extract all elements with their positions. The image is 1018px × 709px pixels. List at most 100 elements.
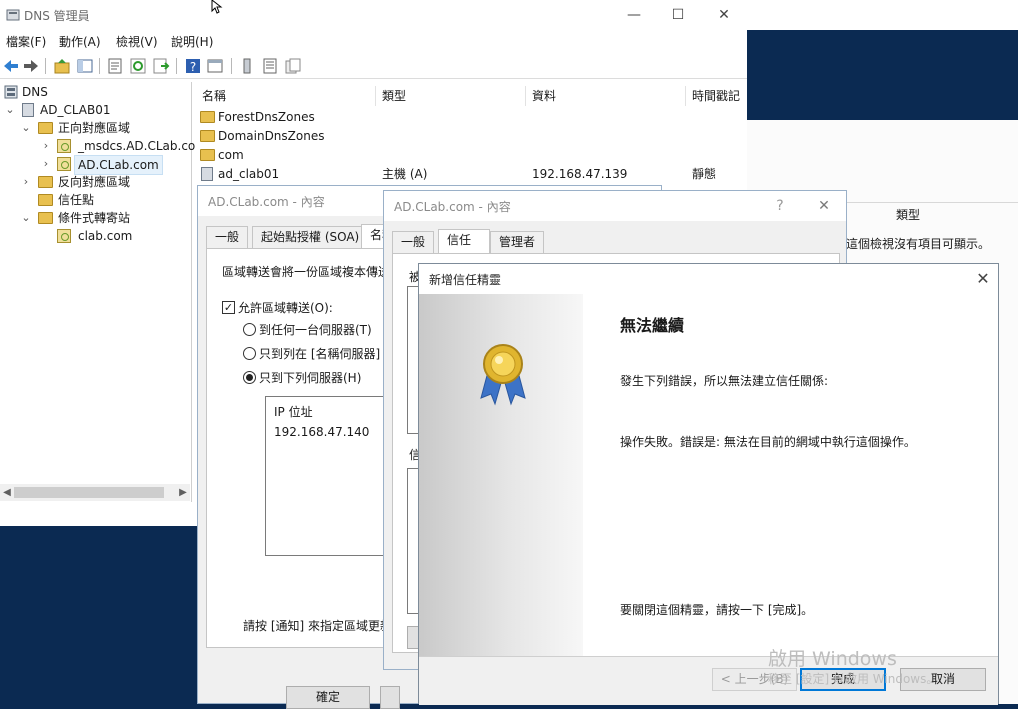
column-header-name[interactable]: 名稱 <box>196 86 376 106</box>
wizard-heading: 無法繼續 <box>620 316 685 335</box>
wizard-titlebar[interactable]: 新增信任精靈 ✕ <box>419 264 998 294</box>
tree-pane: DNS ⌄ AD_CLAB01 ⌄ 正向對應區域 › _msdcs.AD.CLa… <box>0 82 207 502</box>
folder-icon <box>38 212 53 224</box>
host-record-icon <box>201 167 213 181</box>
background-column-type: 類型 <box>896 208 921 222</box>
allow-transfer-checkbox[interactable]: ✓ <box>222 301 235 314</box>
help-icon[interactable]: ? <box>184 57 202 75</box>
minimize-button[interactable]: — <box>622 4 646 26</box>
wizard-content: 無法繼續 發生下列錯誤，所以無法建立信任關係: 操作失敗。錯誤是: 無法在目前的… <box>583 294 998 656</box>
folder-icon <box>38 122 53 134</box>
column-header-data[interactable]: 資料 <box>526 86 686 106</box>
folder-icon <box>38 176 53 188</box>
expand-chevron-icon[interactable]: › <box>40 137 52 155</box>
column-header-timestamp[interactable]: 時間戳記 <box>686 86 746 106</box>
properties-icon[interactable] <box>106 57 124 75</box>
list-item[interactable]: DomainDnsZones <box>196 127 746 146</box>
tree-label-conditional-forwarders: 條件式轉寄站 <box>58 211 131 225</box>
dns-manager-titlebar[interactable]: DNS 管理員 — ☐ ✕ <box>0 0 747 30</box>
radio-any-server[interactable] <box>243 323 256 336</box>
menu-view[interactable]: 檢視(V) <box>116 33 158 50</box>
folder-icon <box>200 130 215 142</box>
close-button[interactable]: ✕ <box>812 195 836 217</box>
new-trust-wizard: 新增信任精靈 ✕ 無法繼續 發生下列錯誤，所以無法建立信任關係: 操作失敗。錯誤… <box>418 263 999 705</box>
tree-label-ad-zone: AD.CLab.com <box>74 155 163 175</box>
zone-icon <box>57 229 71 243</box>
scroll-right-arrow-icon[interactable]: ▶ <box>176 484 190 501</box>
radio-any-server-label: 到任何一台伺服器(T) <box>259 323 372 337</box>
notify-instruction: 請按 [通知] 來指定區域更新 <box>243 619 392 633</box>
list-item[interactable]: ad_clab01 主機 (A) 192.168.47.139 靜態 <box>196 165 746 184</box>
radio-following-servers[interactable] <box>243 371 256 384</box>
close-button[interactable]: ✕ <box>712 4 736 26</box>
menu-action[interactable]: 動作(A) <box>59 33 101 50</box>
ip-address-value[interactable]: 192.168.47.140 <box>274 425 369 439</box>
forward-arrow-icon[interactable] <box>22 57 40 75</box>
show-tree-icon[interactable] <box>76 57 94 75</box>
menu-file[interactable]: 檔案(F) <box>6 33 46 50</box>
help-button[interactable]: ? <box>768 195 792 217</box>
column-header-type[interactable]: 類型 <box>376 86 526 106</box>
allow-transfer-label: 允許區域轉送(O): <box>238 301 333 315</box>
radio-name-servers-label: 只到列在 [名稱伺服器] 索 <box>259 347 396 361</box>
back-arrow-icon[interactable] <box>2 57 20 75</box>
dns-manager-title: DNS 管理員 <box>24 9 90 23</box>
tab-soa[interactable]: 起始點授權 (SOA) <box>252 226 369 248</box>
maximize-button[interactable]: ☐ <box>666 4 690 26</box>
toolbar-separator <box>99 58 100 74</box>
list-item[interactable]: com <box>196 146 746 165</box>
menu-help[interactable]: 說明(H) <box>171 33 213 50</box>
ok-button[interactable]: 確定 <box>286 686 370 709</box>
record-name: ad_clab01 <box>218 167 280 181</box>
tree-label-reverse-zones: 反向對應區域 <box>58 175 131 189</box>
tree-label-trust-points: 信任點 <box>58 193 95 207</box>
record-type: 主機 (A) <box>382 167 428 181</box>
scrollbar-thumb[interactable] <box>14 487 164 498</box>
records-list-icon[interactable] <box>261 57 279 75</box>
domain-properties-titlebar[interactable]: AD.CLab.com - 內容 ? ✕ <box>384 191 846 221</box>
record-name: ForestDnsZones <box>218 110 315 124</box>
expand-chevron-icon[interactable]: › <box>20 173 32 191</box>
console-icon[interactable] <box>206 57 224 75</box>
copy-records-icon[interactable] <box>284 57 302 75</box>
tree-label-forward-zones: 正向對應區域 <box>58 121 131 135</box>
collapse-chevron-icon[interactable]: ⌄ <box>20 209 32 227</box>
background-empty-text: 這個檢視沒有項目可顯示。 <box>846 237 991 251</box>
server-icon[interactable] <box>238 57 256 75</box>
tab-general[interactable]: 一般 <box>392 231 435 253</box>
wizard-error-intro: 發生下列錯誤，所以無法建立信任關係: <box>620 374 829 388</box>
dns-app-icon <box>6 9 20 21</box>
wizard-close-instruction: 要關閉這個精靈，請按一下 [完成]。 <box>620 603 814 617</box>
expand-chevron-icon[interactable]: › <box>40 155 52 173</box>
radio-name-servers[interactable] <box>243 347 256 360</box>
folder-icon <box>38 194 53 206</box>
folder-icon <box>200 149 215 161</box>
zone-transfer-description: 區域轉送會將一份區域複本傳送 <box>222 265 391 279</box>
toolbar-separator <box>231 58 232 74</box>
award-ribbon-icon <box>480 344 526 406</box>
dns-root-icon <box>4 85 18 99</box>
tab-managed-by[interactable]: 管理者 <box>490 231 545 253</box>
export-list-icon[interactable] <box>152 57 170 75</box>
close-button[interactable]: ✕ <box>971 268 995 290</box>
background-window-top <box>746 0 1018 30</box>
tree-horizontal-scrollbar[interactable]: ◀ ▶ <box>0 484 190 501</box>
toolbar-separator <box>176 58 177 74</box>
collapse-chevron-icon[interactable]: ⌄ <box>4 101 16 119</box>
tree-label-msdcs: _msdcs.AD.CLab.com <box>78 139 207 153</box>
tab-trusts[interactable]: 信任 <box>438 229 490 253</box>
collapse-chevron-icon[interactable]: ⌄ <box>20 119 32 137</box>
up-folder-icon[interactable] <box>53 57 71 75</box>
records-list-pane: 名稱 類型 資料 時間戳記 ForestDnsZones DomainDnsZo… <box>196 82 746 192</box>
scroll-left-arrow-icon[interactable]: ◀ <box>0 484 14 501</box>
wizard-title: 新增信任精靈 <box>429 273 502 287</box>
record-timestamp: 靜態 <box>692 167 717 181</box>
folder-icon <box>200 111 215 123</box>
zone-properties-title: AD.CLab.com - 內容 <box>208 195 325 209</box>
refresh-icon[interactable] <box>129 57 147 75</box>
tab-general[interactable]: 一般 <box>206 226 249 248</box>
secondary-button[interactable] <box>380 686 400 709</box>
zone-icon <box>57 139 71 153</box>
list-item[interactable]: ForestDnsZones <box>196 108 746 127</box>
zone-icon <box>57 157 71 171</box>
